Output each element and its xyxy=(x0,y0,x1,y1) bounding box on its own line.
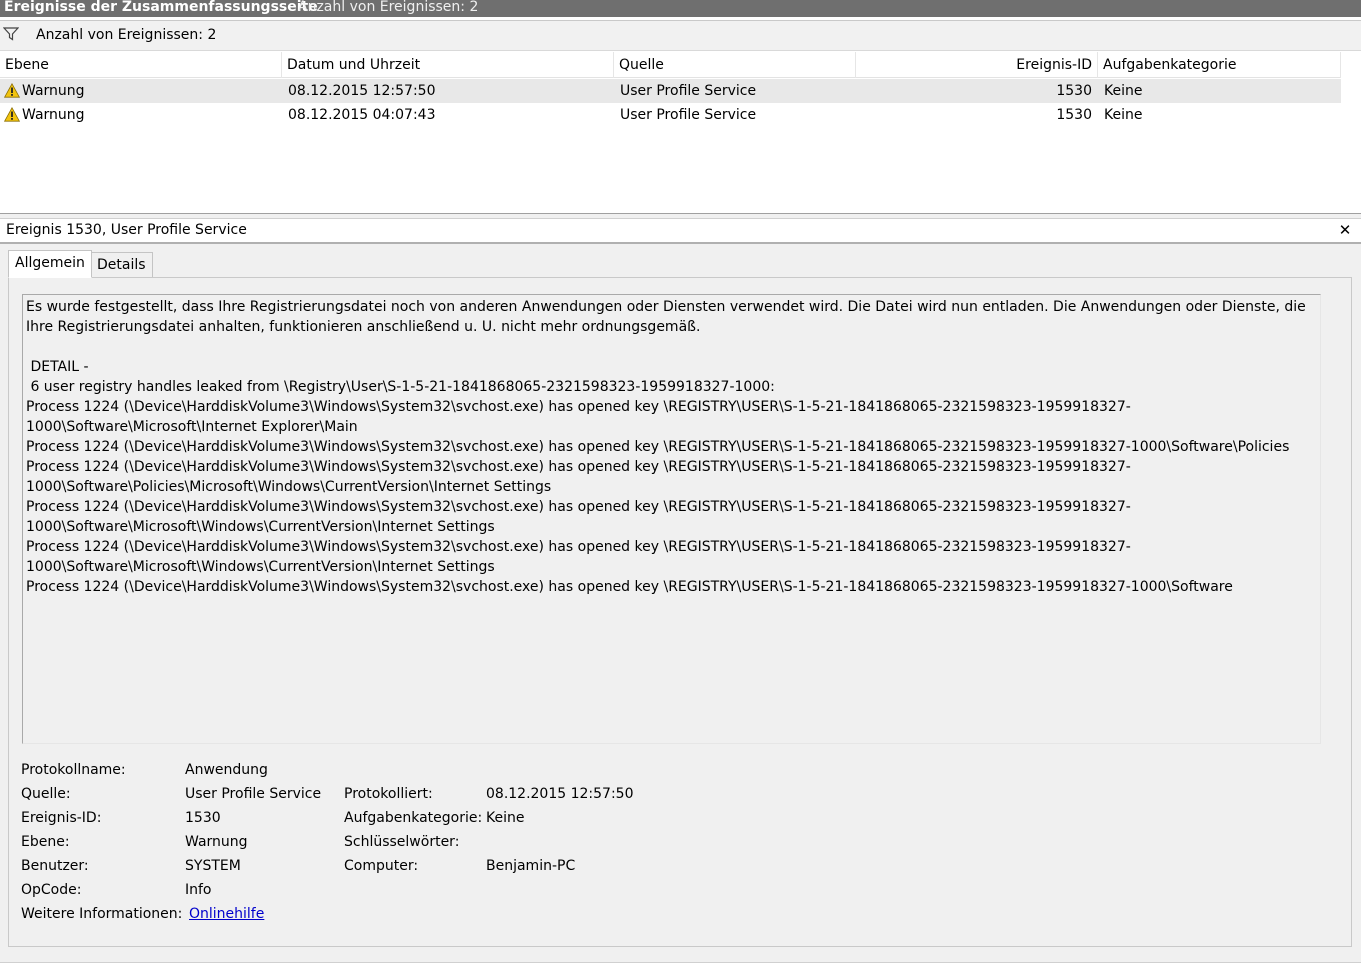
warning-icon xyxy=(3,82,21,98)
opcode-label: OpCode: xyxy=(21,882,82,898)
log-name-value: Anwendung xyxy=(185,762,268,778)
event-level: Warnung xyxy=(22,83,85,99)
general-tab-content: Es wurde festgestellt, dass Ihre Registr… xyxy=(8,277,1352,947)
event-id: 1530 xyxy=(1056,107,1092,123)
event-id: 1530 xyxy=(1056,83,1092,99)
event-datetime: 08.12.2015 04:07:43 xyxy=(288,107,436,123)
level-label: Ebene: xyxy=(21,834,70,850)
level-value: Warnung xyxy=(185,834,248,850)
opcode-value: Info xyxy=(185,882,212,898)
event-row[interactable]: Warnung 08.12.2015 04:07:43 User Profile… xyxy=(0,103,1341,127)
column-header-datetime[interactable]: Datum und Uhrzeit xyxy=(282,52,614,78)
task-category-value: Keine xyxy=(486,810,525,826)
detail-pane-header: Ereignis 1530, User Profile Service ✕ xyxy=(0,219,1361,244)
filter-count-text: Anzahl von Ereignissen: 2 xyxy=(36,27,217,43)
event-datetime: 08.12.2015 12:57:50 xyxy=(288,83,436,99)
event-list-header: Ebene Datum und Uhrzeit Quelle Ereignis-… xyxy=(0,52,1341,78)
column-header-event-id[interactable]: Ereignis-ID xyxy=(856,52,1098,78)
detail-pane-title: Ereignis 1530, User Profile Service xyxy=(6,222,247,238)
event-list: Ebene Datum und Uhrzeit Quelle Ereignis-… xyxy=(0,52,1361,213)
source-label: Quelle: xyxy=(21,786,71,802)
column-header-task-category[interactable]: Aufgabenkategorie xyxy=(1098,52,1341,78)
event-description-text: Es wurde festgestellt, dass Ihre Registr… xyxy=(26,299,1306,595)
event-id-label: Ereignis-ID: xyxy=(21,810,102,826)
tab-general[interactable]: Allgemein xyxy=(8,250,92,278)
tab-details[interactable]: Details xyxy=(90,252,153,278)
task-category-label: Aufgabenkategorie: xyxy=(344,810,483,826)
bottom-edge xyxy=(0,962,1361,966)
event-source: User Profile Service xyxy=(620,83,757,99)
column-header-level[interactable]: Ebene xyxy=(0,52,282,78)
detail-pane: Allgemein Details Es wurde festgestellt,… xyxy=(0,244,1361,966)
event-source: User Profile Service xyxy=(620,107,757,123)
event-description[interactable]: Es wurde festgestellt, dass Ihre Registr… xyxy=(22,294,1321,744)
close-icon[interactable]: ✕ xyxy=(1337,221,1353,239)
event-row[interactable]: Warnung 08.12.2015 12:57:50 User Profile… xyxy=(0,79,1341,103)
source-value: User Profile Service xyxy=(185,786,322,802)
logged-value: 08.12.2015 12:57:50 xyxy=(486,786,634,802)
filter-bar: Anzahl von Ereignissen: 2 xyxy=(0,20,1361,51)
keywords-label: Schlüsselwörter: xyxy=(344,834,460,850)
log-name-label: Protokollname: xyxy=(21,762,126,778)
filter-icon[interactable] xyxy=(2,27,20,41)
view-title: Ereignisse der Zusammenfassungsseite xyxy=(4,0,318,15)
computer-value: Benjamin-PC xyxy=(486,858,576,874)
event-level: Warnung xyxy=(22,107,85,123)
event-count-header: Anzahl von Ereignissen: 2 xyxy=(298,0,479,15)
user-label: Benutzer: xyxy=(21,858,89,874)
warning-icon xyxy=(3,106,21,122)
computer-label: Computer: xyxy=(344,858,419,874)
title-bar: Ereignisse der Zusammenfassungsseite Anz… xyxy=(0,0,1361,17)
more-info-label: Weitere Informationen: xyxy=(21,906,183,922)
event-id-value: 1530 xyxy=(185,810,221,826)
event-category: Keine xyxy=(1104,83,1143,99)
user-value: SYSTEM xyxy=(185,858,241,874)
column-header-source[interactable]: Quelle xyxy=(614,52,856,78)
online-help-link[interactable]: Onlinehilfe xyxy=(189,904,264,924)
logged-label: Protokolliert: xyxy=(344,786,433,802)
event-category: Keine xyxy=(1104,107,1143,123)
